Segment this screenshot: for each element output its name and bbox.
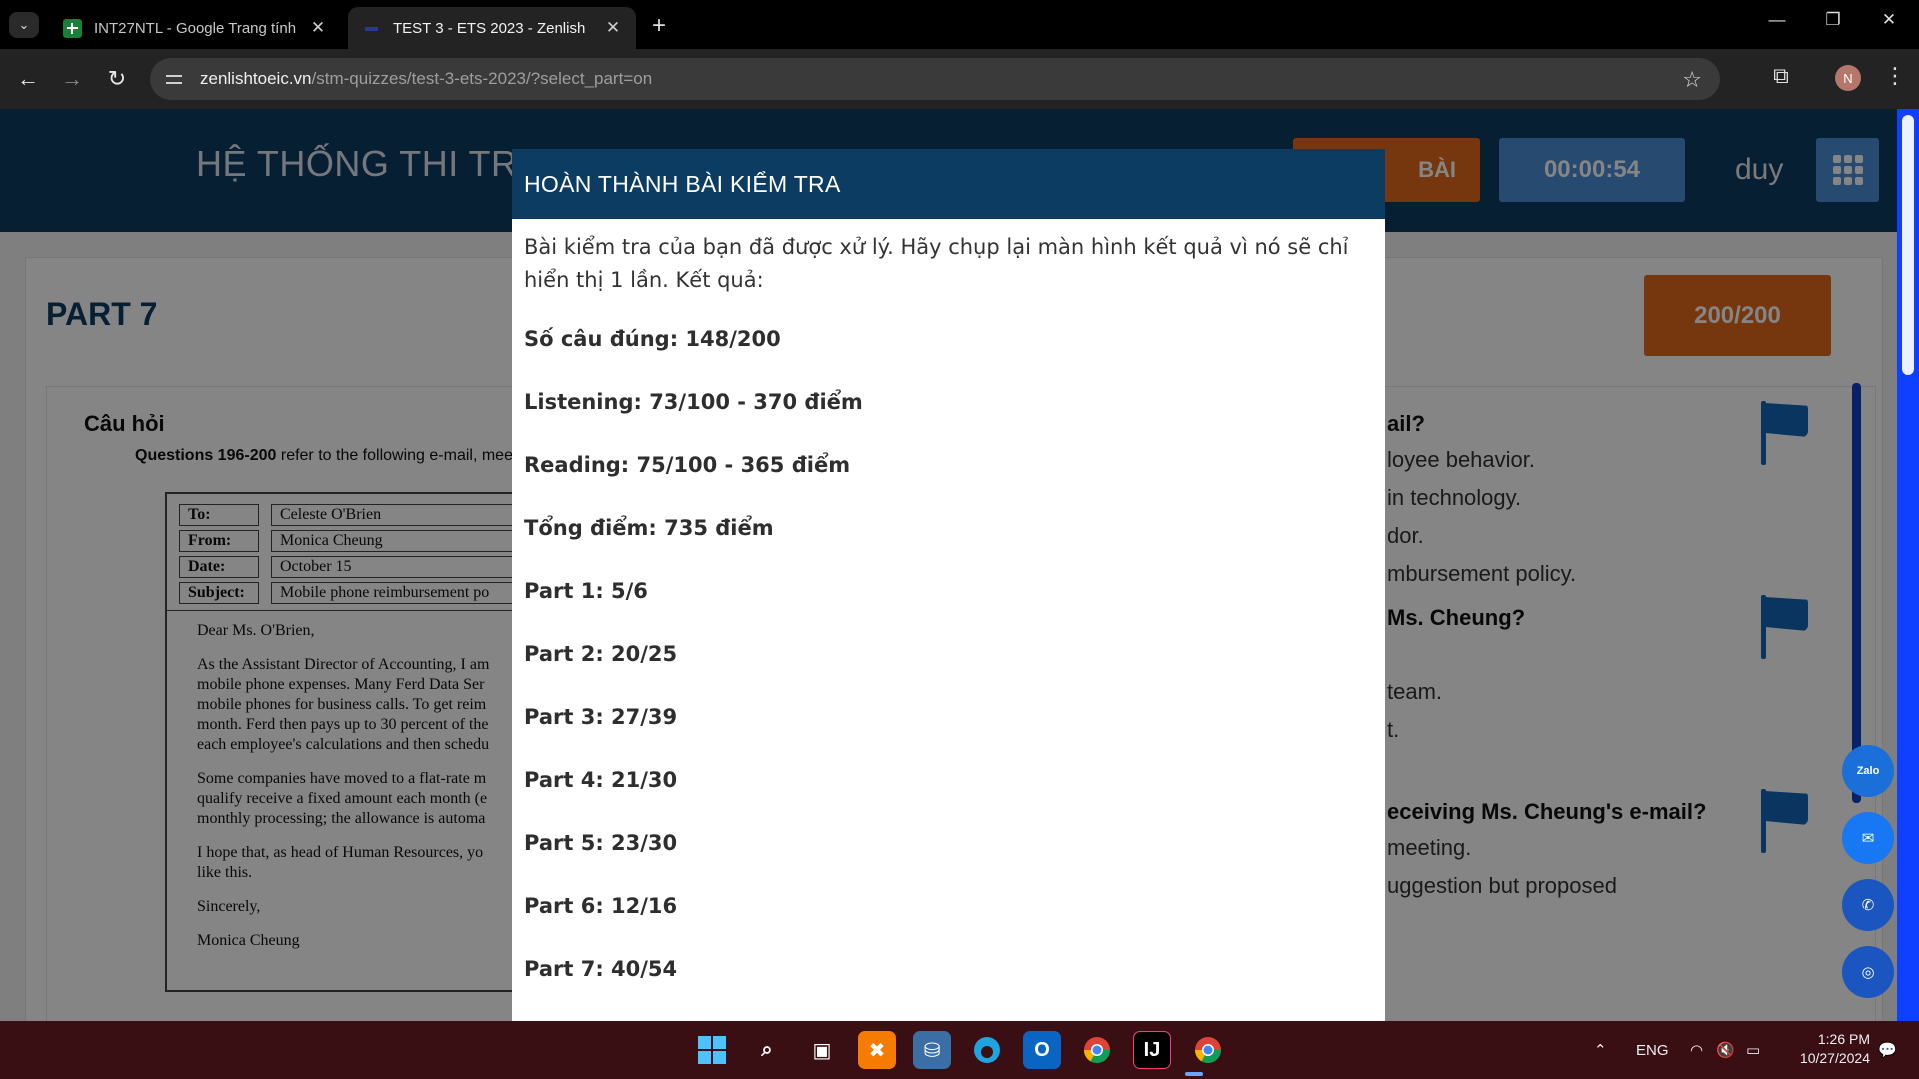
phone-call-button[interactable]: ✆ bbox=[1842, 879, 1894, 931]
zenlish-icon bbox=[362, 27, 381, 31]
part-score: Part 2: 20/25 bbox=[524, 642, 678, 666]
phone-icon: ✆ bbox=[1861, 897, 1875, 914]
bookmark-star-icon[interactable]: ☆ bbox=[1682, 67, 1702, 93]
part-score: Part 3: 27/39 bbox=[524, 705, 678, 729]
part-score: Part 5: 23/30 bbox=[524, 831, 678, 855]
scrollbar-thumb[interactable] bbox=[1902, 115, 1914, 375]
part-score: Part 6: 12/16 bbox=[524, 894, 678, 918]
task-view-icon[interactable]: ▣ bbox=[803, 1031, 841, 1069]
part-score: Part 1: 5/6 bbox=[524, 579, 648, 603]
results-modal: HOÀN THÀNH BÀI KIỂM TRA Bài kiểm tra của… bbox=[512, 149, 1385, 1021]
browser-toolbar: ← → ↻ zenlishtoeic.vn/stm-quizzes/test-3… bbox=[0, 49, 1919, 109]
tab-search-button[interactable]: ⌄ bbox=[9, 12, 39, 38]
window-close-button[interactable]: ✕ bbox=[1866, 10, 1912, 30]
close-icon[interactable]: ✕ bbox=[309, 18, 327, 38]
active-app-indicator bbox=[1185, 1072, 1203, 1076]
minimize-button[interactable]: — bbox=[1754, 10, 1800, 30]
system-clock[interactable]: 1:26 PM 10/27/2024 bbox=[1780, 1030, 1870, 1068]
browser-menu-icon[interactable]: ⋮ bbox=[1884, 63, 1906, 89]
correct-count: Số câu đúng: 148/200 bbox=[524, 327, 781, 351]
new-tab-button[interactable]: + bbox=[652, 12, 666, 40]
modal-intro: Bài kiểm tra của bạn đã được xử lý. Hãy … bbox=[524, 235, 1349, 292]
web-page: HỆ THỐNG THI TRỰC BÀI 00:00:54 duy PART … bbox=[0, 109, 1919, 1021]
outlook-icon[interactable]: O bbox=[1023, 1031, 1061, 1069]
messenger-icon: ✉ bbox=[1861, 830, 1875, 847]
xampp-icon[interactable]: ✖ bbox=[858, 1031, 896, 1069]
listening-score: Listening: 73/100 - 370 điểm bbox=[524, 390, 863, 414]
chrome-icon[interactable] bbox=[1078, 1031, 1116, 1069]
modal-title: HOÀN THÀNH BÀI KIỂM TRA bbox=[512, 149, 1385, 219]
profile-avatar[interactable]: N bbox=[1835, 65, 1861, 91]
google-sheets-icon bbox=[63, 18, 82, 38]
messenger-button[interactable]: ✉ bbox=[1842, 812, 1894, 864]
volume-muted-icon[interactable]: 🔇 bbox=[1716, 1021, 1735, 1079]
page-scrollbar[interactable] bbox=[1897, 109, 1919, 1021]
tab-title: INT27NTL - Google Trang tính bbox=[94, 19, 297, 37]
windows-taskbar: ⌕ ▣ ✖ ⛁ O IJ ⌃ ENG ◠ 🔇 ▭ 1:26 PM 10/27/2… bbox=[0, 1021, 1919, 1079]
chrome-profile-icon[interactable] bbox=[1189, 1031, 1227, 1069]
close-icon[interactable]: ✕ bbox=[604, 18, 622, 38]
mysql-workbench-icon[interactable]: ⛁ bbox=[913, 1031, 951, 1069]
restore-button[interactable]: ❐ bbox=[1810, 10, 1856, 30]
browser-tab-bar: ⌄ INT27NTL - Google Trang tính ✕ TEST 3 … bbox=[0, 0, 1919, 49]
edge-icon[interactable] bbox=[968, 1031, 1006, 1069]
tab-title: TEST 3 - ETS 2023 - Zenlish bbox=[393, 19, 586, 37]
intellij-icon[interactable]: IJ bbox=[1133, 1031, 1171, 1069]
battery-icon[interactable]: ▭ bbox=[1746, 1021, 1760, 1079]
forward-button[interactable]: → bbox=[56, 63, 88, 95]
wifi-icon[interactable]: ◠ bbox=[1690, 1021, 1703, 1079]
part-score: Part 4: 21/30 bbox=[524, 768, 678, 792]
site-settings-icon[interactable] bbox=[166, 71, 186, 87]
part-score: Part 7: 40/54 bbox=[524, 957, 678, 981]
reading-score: Reading: 75/100 - 365 điểm bbox=[524, 453, 851, 477]
search-icon[interactable]: ⌕ bbox=[748, 1031, 786, 1069]
total-score: Tổng điểm: 735 điểm bbox=[524, 516, 774, 540]
address-bar[interactable]: zenlishtoeic.vn/stm-quizzes/test-3-ets-2… bbox=[150, 58, 1720, 100]
extensions-icon[interactable]: ⧉ bbox=[1766, 63, 1796, 93]
back-button[interactable]: ← bbox=[12, 63, 44, 95]
tab-zenlish-active[interactable]: TEST 3 - ETS 2023 - Zenlish ✕ bbox=[348, 7, 636, 49]
windows-start-icon[interactable] bbox=[693, 1031, 731, 1069]
notifications-icon[interactable]: 💬 bbox=[1878, 1021, 1897, 1079]
tray-overflow-icon[interactable]: ⌃ bbox=[1594, 1021, 1607, 1079]
instagram-icon: ◎ bbox=[1861, 964, 1875, 981]
modal-body: Bài kiểm tra của bạn đã được xử lý. Hãy … bbox=[512, 219, 1385, 985]
zalo-chat-button[interactable]: Zalo bbox=[1842, 745, 1894, 797]
instagram-button[interactable]: ◎ bbox=[1842, 946, 1894, 998]
reload-button[interactable]: ↻ bbox=[101, 63, 133, 95]
language-indicator[interactable]: ENG bbox=[1636, 1021, 1669, 1079]
url-text: zenlishtoeic.vn/stm-quizzes/test-3-ets-2… bbox=[200, 69, 653, 88]
tab-google-sheets[interactable]: INT27NTL - Google Trang tính ✕ bbox=[49, 7, 341, 49]
